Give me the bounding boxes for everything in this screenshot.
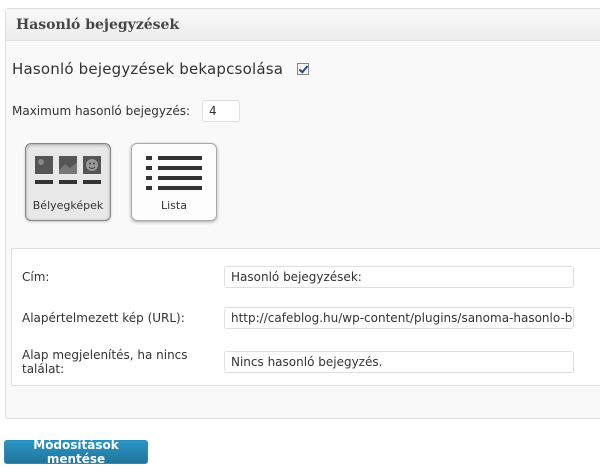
no-result-row: Alap megjelenítés, ha nincs találat: Nin… <box>22 348 574 376</box>
max-posts-input[interactable] <box>202 100 241 122</box>
list-icon <box>146 156 202 190</box>
list-style-label: Lista <box>161 199 187 212</box>
default-image-row: Alapértelmezett kép (URL): http://cafebl… <box>22 307 574 329</box>
enable-label: Hasonló bejegyzések bekapcsolása <box>12 60 284 78</box>
list-style-button[interactable]: Lista <box>131 143 217 221</box>
no-result-input[interactable]: Nincs hasonló bejegyzés. <box>224 351 574 373</box>
title-field-input[interactable]: Hasonló bejegyzések: <box>224 266 574 288</box>
no-result-label: Alap megjelenítés, ha nincs találat: <box>22 348 188 376</box>
thumbnails-style-button[interactable]: Bélyegképek <box>25 143 111 221</box>
max-posts-label: Maximum hasonló bejegyzés: <box>12 104 191 118</box>
max-posts-row: Maximum hasonló bejegyzés: <box>12 100 241 122</box>
enable-row: Hasonló bejegyzések bekapcsolása <box>12 60 310 78</box>
thumbnails-icon <box>35 156 101 184</box>
default-image-label: Alapértelmezett kép (URL): <box>22 311 185 325</box>
title-field-row: Cím: Hasonló bejegyzések: <box>22 266 574 288</box>
settings-fields-box: Cím: Hasonló bejegyzések: Alapértelmezet… <box>11 248 600 386</box>
panel-header: Hasonló bejegyzések <box>6 9 600 41</box>
enable-checkbox[interactable] <box>297 63 310 75</box>
panel-title: Hasonló bejegyzések <box>16 16 180 33</box>
thumbnails-style-label: Bélyegképek <box>32 199 104 212</box>
default-image-input[interactable]: http://cafeblog.hu/wp-content/plugins/sa… <box>224 307 574 329</box>
title-field-label: Cím: <box>22 270 50 284</box>
save-changes-button[interactable]: Módosítások mentése <box>4 438 148 466</box>
